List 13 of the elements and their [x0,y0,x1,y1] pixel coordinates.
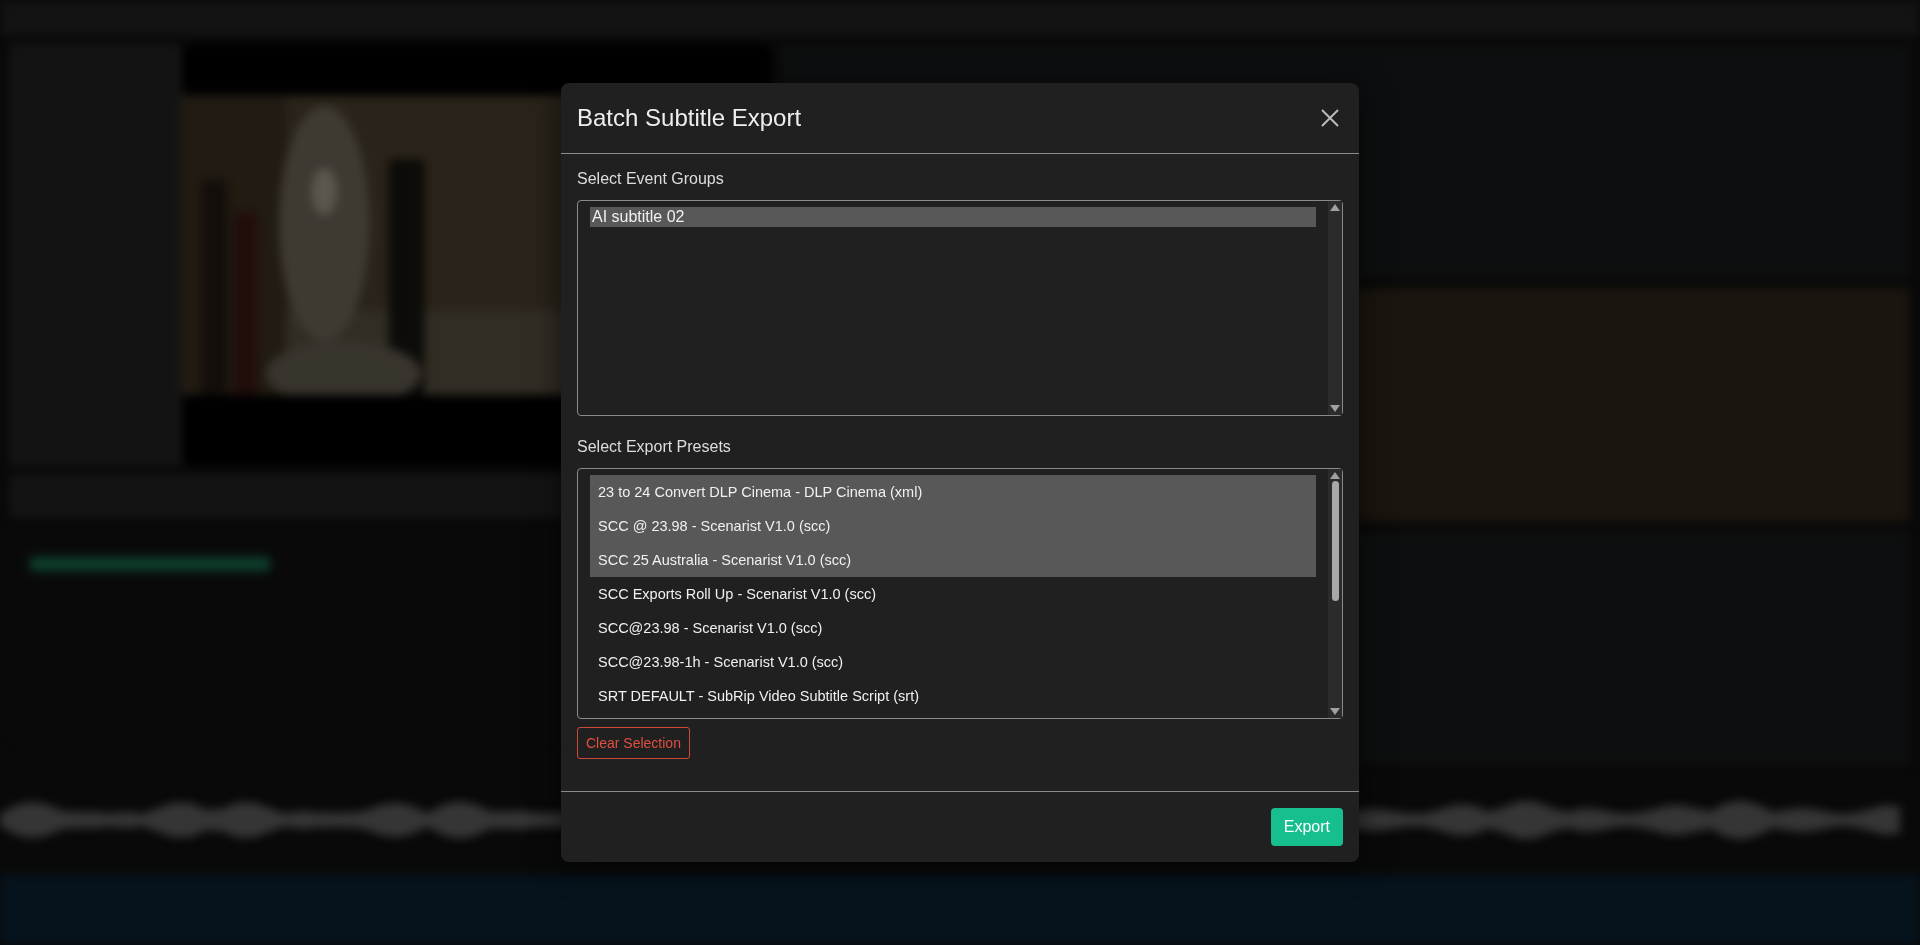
clear-selection-button[interactable]: Clear Selection [577,727,690,759]
list-item[interactable]: SCC@23.98-1h - Scenarist V1.0 (scc) [590,645,1316,679]
list-item[interactable]: SCC@23.98 - Scenarist V1.0 (scc) [590,611,1316,645]
list-item[interactable]: SCC 25 Australia - Scenarist V1.0 (scc) [590,543,1316,577]
list-box[interactable]: AI subtitle 02 [577,200,1343,416]
list-item[interactable]: AI subtitle 02 [590,207,1316,227]
list-item[interactable]: SCC Exports Roll Up - Scenarist V1.0 (scc) [590,577,1316,611]
list-item[interactable]: SCC @ 23.98 - Scenarist V1.0 (scc) [590,509,1316,543]
list-item[interactable]: 23 to 24 Convert DLP Cinema - DLP Cinema (xml) [590,475,1316,509]
section-label: Select Export Presets [577,438,732,456]
section-label: Select Event Groups [577,170,725,188]
dialog-title: Batch Subtitle Export [577,104,802,132]
list-item[interactable]: SRT DEFAULT - SubRip Video Subtitle Script (srt) [590,679,1316,713]
